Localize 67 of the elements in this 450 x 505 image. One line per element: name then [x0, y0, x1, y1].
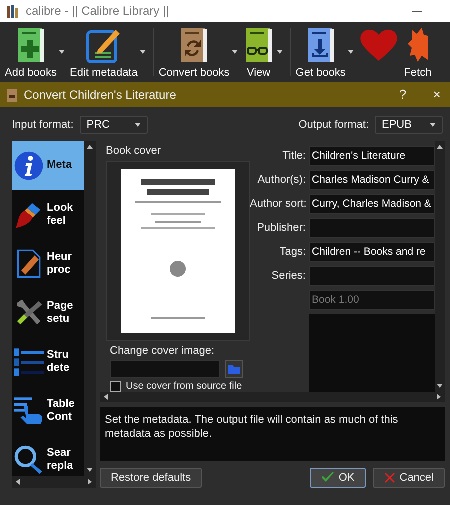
add-book-icon: [16, 26, 46, 64]
text-field[interactable]: [309, 266, 435, 286]
toolbar-button[interactable]: Edit metadata: [68, 22, 139, 82]
section-item[interactable]: Stru dete: [12, 337, 84, 386]
horizontal-scrollbar[interactable]: [100, 392, 445, 402]
text-field[interactable]: Charles Madison Curry &: [309, 170, 435, 190]
section-item[interactable]: Table Cont: [12, 386, 84, 435]
dropdown-arrow-icon[interactable]: [348, 50, 354, 54]
field-label: Author(s):: [256, 174, 306, 186]
cancel-button[interactable]: Cancel: [372, 468, 445, 488]
horizontal-scrollbar[interactable]: [12, 476, 96, 488]
toolbar-button[interactable]: Convert books: [158, 22, 231, 82]
convert-book-icon: [179, 26, 210, 64]
magnifier-icon: [14, 444, 44, 474]
window-title: calibre - || Calibre Library ||: [26, 4, 170, 18]
format-dropdown[interactable]: EPUB: [375, 116, 443, 134]
numbered-list-icon: [14, 346, 44, 376]
checkmark-icon: [320, 472, 335, 484]
section-item[interactable]: Page setu: [12, 288, 84, 337]
dialog-title: Convert Children's Literature: [24, 88, 178, 102]
section-item[interactable]: Look feel: [12, 190, 84, 239]
close-icon: [384, 472, 396, 484]
text-field[interactable]: [309, 218, 435, 238]
vertical-scrollbar[interactable]: [84, 141, 96, 476]
dropdown-arrow-icon[interactable]: [58, 50, 65, 54]
cover-path-field[interactable]: [110, 360, 220, 378]
section-item[interactable]: Heur proc: [12, 239, 84, 288]
browse-button[interactable]: [225, 360, 243, 378]
field-label: Title:: [282, 150, 306, 162]
section-heading: Book cover: [106, 145, 162, 157]
section-item[interactable]: Sear repla: [12, 435, 84, 476]
text-field[interactable]: Curry, Charles Madison &: [309, 194, 435, 214]
info-icon: [14, 150, 44, 180]
section-item[interactable]: Meta: [12, 141, 84, 190]
glasses-book-icon: [244, 26, 274, 64]
field-label: Input format:: [12, 119, 74, 131]
toolbar-button[interactable]: Fetch: [400, 22, 435, 82]
ok-button[interactable]: OK: [310, 468, 366, 488]
heart-icon: [358, 27, 399, 63]
toolbar-button[interactable]: Get books: [294, 22, 347, 82]
restore-button[interactable]: Restore defaults: [100, 468, 202, 488]
app-books-icon: [6, 4, 20, 18]
field-label: Series:: [270, 270, 306, 282]
starburst-icon: [408, 26, 428, 64]
field-label: Output format:: [298, 119, 369, 131]
field-label: Tags:: [278, 246, 306, 258]
help-button[interactable]: ?: [396, 87, 410, 102]
download-book-icon: [306, 26, 336, 64]
format-dropdown[interactable]: PRC: [80, 116, 148, 134]
toolbar-button[interactable]: Add books: [4, 22, 58, 82]
dropdown-arrow-icon[interactable]: [276, 50, 283, 54]
dropdown-arrow-icon[interactable]: [140, 50, 146, 54]
field-label: Author sort:: [250, 198, 306, 210]
text-field[interactable]: Children's Literature: [309, 146, 435, 166]
field-label: Publisher:: [256, 222, 306, 234]
checkbox[interactable]: [110, 381, 121, 392]
hand-list-icon: [14, 396, 44, 426]
toolbar-button[interactable]: View: [242, 22, 276, 82]
text-field[interactable]: Children -- Books and re: [309, 242, 435, 262]
convert-book-icon: [6, 88, 18, 102]
dropdown-arrow-icon[interactable]: [232, 50, 238, 54]
close-button[interactable]: ×: [430, 87, 444, 102]
vertical-scrollbar[interactable]: [435, 141, 445, 392]
field-label: Change cover image:: [109, 345, 216, 357]
help-text: Set the metadata. The output file will contain as much of this metadata as possible.: [100, 407, 445, 461]
folder-icon: [228, 364, 240, 374]
checkbox-label: Use cover from source file: [126, 381, 242, 392]
